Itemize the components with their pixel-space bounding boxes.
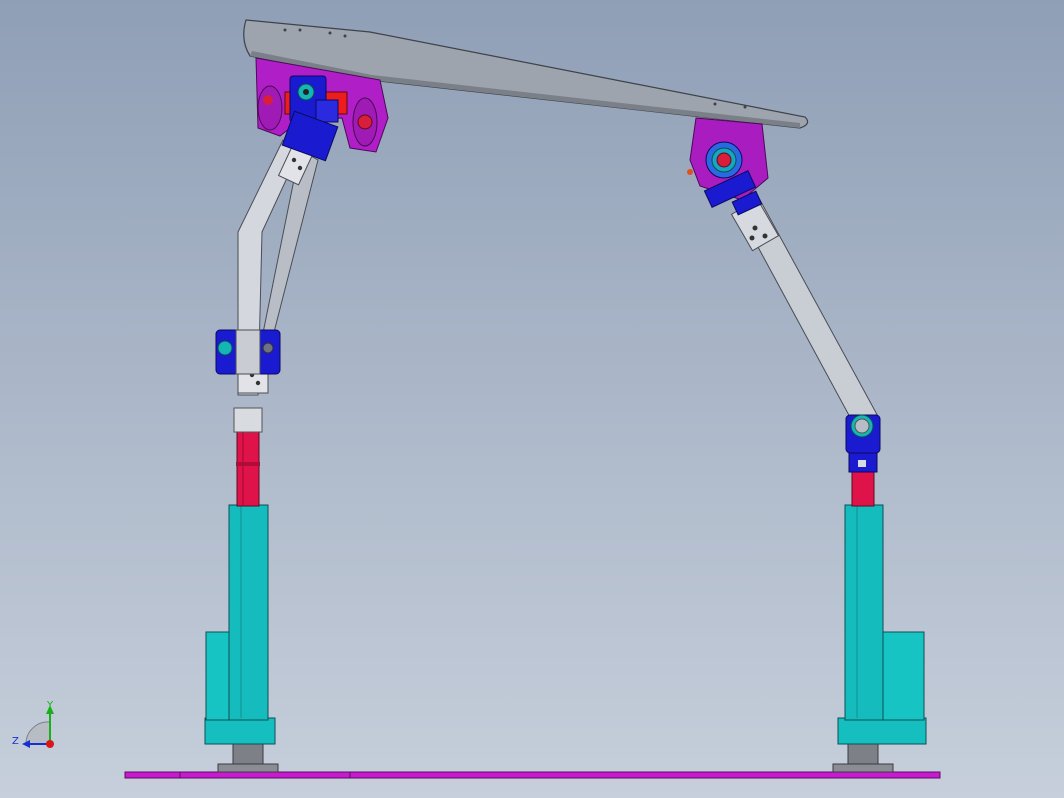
right-linear-actuator	[832, 449, 927, 773]
right-link-arm	[730, 198, 881, 454]
base-plate	[124, 771, 941, 779]
y-axis-label: Y	[47, 700, 54, 711]
cad-viewport[interactable]: Y Z	[0, 0, 1064, 798]
x-axis-dot	[46, 740, 54, 748]
right-top-gimbal	[687, 117, 769, 216]
left-linear-actuator	[204, 407, 279, 773]
view-triad	[22, 705, 54, 748]
left-link-arm	[215, 138, 319, 396]
z-axis-label: Z	[12, 736, 19, 747]
